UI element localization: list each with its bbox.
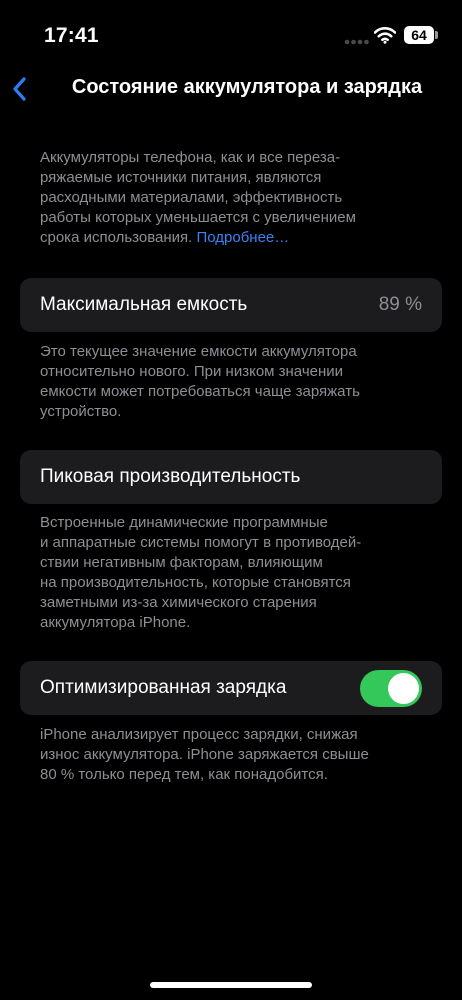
footnote-line: Это текущее значение емкости аккумулятор…: [40, 343, 357, 360]
learn-more-link[interactable]: Подробнее…: [196, 229, 289, 246]
footnote-line: емкости может потребоваться чаще заряжат…: [40, 383, 360, 400]
footnote-line: Встроенные динамические программные: [40, 514, 328, 531]
navigation-bar: Состояние аккумулятора и зарядка: [0, 64, 462, 114]
battery-level: 64: [411, 27, 427, 43]
battery-icon: 64: [404, 26, 434, 44]
footnote-line: заметными из-за химического старения: [40, 594, 317, 611]
chevron-left-icon: [13, 77, 26, 101]
intro-last-text: срока использования.: [40, 229, 197, 246]
back-button[interactable]: [6, 72, 36, 106]
footnote-line: износ аккумулятора. iPhone заряжается св…: [40, 746, 369, 763]
intro-text: Аккумуляторы телефона, как и все переза-…: [40, 148, 420, 248]
footnote-line: устройство.: [40, 403, 122, 420]
intro-line: Аккумуляторы телефона, как и все переза-: [40, 149, 341, 166]
max-capacity-label: Максимальная емкость: [40, 294, 248, 315]
toggle-knob: [388, 673, 419, 704]
peak-performance-row: Пиковая производительность: [20, 450, 442, 504]
footnote-line: аккумулятора iPhone.: [40, 614, 191, 631]
max-capacity-row: Максимальная емкость 89 %: [20, 278, 442, 332]
intro-line: работы которых уменьшается с увеличением: [40, 209, 356, 226]
max-capacity-footnote: Это текущее значение емкости аккумулятор…: [40, 342, 420, 422]
signal-icon: [344, 39, 369, 45]
optimized-charging-label: Оптимизированная зарядка: [40, 677, 287, 698]
peak-performance-footnote: Встроенные динамические программные и ап…: [40, 513, 420, 633]
footnote-line: 80 % только перед тем, как понадобится.: [40, 766, 328, 783]
optimized-charging-toggle[interactable]: [360, 670, 422, 707]
battery-tip: [435, 31, 438, 39]
footnote-line: ствии негативным факторам, влияющим: [40, 554, 323, 571]
intro-line: расходными материалами, эффективность: [40, 189, 343, 206]
intro-line: ряжаемые источники питания, являются: [40, 169, 322, 186]
footnote-line: на производительность, которые становятс…: [40, 574, 351, 591]
page-title: Состояние аккумулятора и зарядка: [71, 76, 423, 98]
home-indicator[interactable]: [150, 982, 312, 988]
status-time: 17:41: [44, 24, 99, 47]
footnote-line: относительно нового. При низком значении: [40, 363, 344, 380]
optimized-charging-row: Оптимизированная зарядка: [20, 661, 442, 715]
wifi-icon: [374, 27, 396, 44]
footnote-line: и аппаратные системы помогут в противоде…: [40, 534, 362, 551]
optimized-charging-footnote: iPhone анализирует процесс зарядки, сниж…: [40, 725, 420, 785]
footnote-line: iPhone анализирует процесс зарядки, сниж…: [40, 726, 358, 743]
max-capacity-value: 89 %: [378, 294, 422, 315]
peak-performance-label: Пиковая производительность: [40, 466, 301, 487]
intro-line: срока использования. Подробнее…: [40, 228, 420, 248]
status-bar: 17:41 64: [0, 0, 462, 60]
